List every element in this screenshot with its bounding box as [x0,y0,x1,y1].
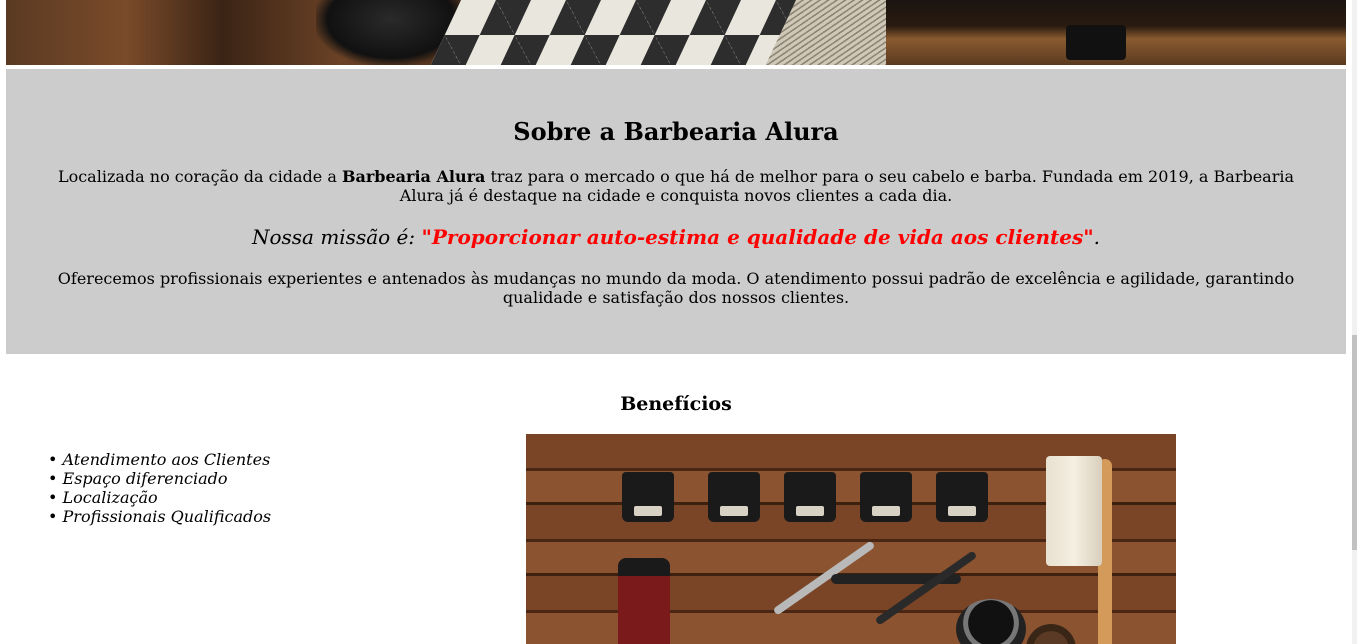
banner-image [6,0,1346,65]
benefits-title: Benefícios [620,393,732,415]
about-section: Sobre a Barbearia Alura Localizada no co… [6,69,1346,354]
barber-tools-image [526,434,1176,644]
about-intro-after: traz para o mercado o que há de melhor p… [399,167,1295,205]
benefit-item: Profissionais Qualificados [48,507,272,526]
clipper-guard-shape [860,472,912,522]
about-services-paragraph: Oferecemos profissionais experientes e a… [57,269,1295,307]
about-title: Sobre a Barbearia Alura [513,117,839,146]
banner-counter [886,0,1346,65]
benefit-item: Localização [48,488,271,507]
shaving-brush-shape [1026,624,1076,644]
mission-statement: Nossa missão é: "Proporcionar auto-estim… [6,224,1346,250]
page-scrollbar[interactable] [1352,0,1357,644]
scrollbar-thumb[interactable] [1352,335,1357,550]
clipper-guard-shape [936,472,988,522]
benefits-list: Atendimento aos Clientes Espaço diferenc… [48,450,272,526]
pomade-pot-shape [956,599,1026,644]
mission-end: . [1093,225,1101,249]
hair-clipper-shape [618,558,670,644]
clipper-guard-shape [784,472,836,522]
neck-brush-shape [1046,456,1102,566]
clipper-guard-shape [708,472,760,522]
about-intro-paragraph: Localizada no coração da cidade a Barbea… [56,167,1296,205]
mission-label: Nossa missão é: [251,225,422,249]
mission-quote: "Proporcionar auto-estima e qualidade de… [421,225,1094,249]
about-intro-brand: Barbearia Alura [341,167,486,186]
about-intro-before: Localizada no coração da cidade a [57,167,342,186]
benefit-item: Atendimento aos Clientes [48,450,271,469]
benefit-item: Espaço diferenciado [48,469,271,488]
clipper-guard-shape [622,472,674,522]
